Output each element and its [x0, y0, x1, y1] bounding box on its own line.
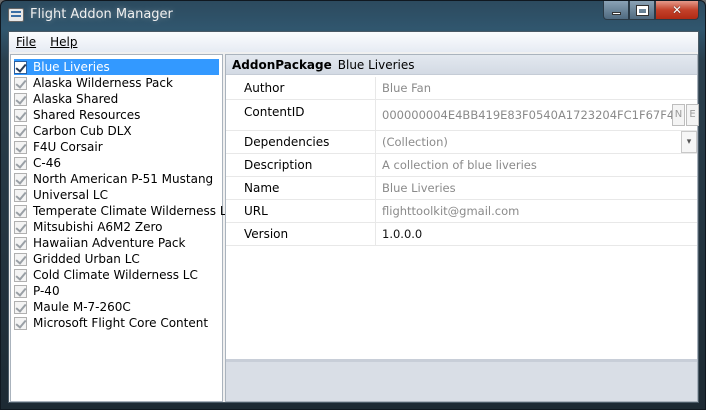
addon-item[interactable]: Microsoft Flight Core Content: [14, 315, 219, 331]
addon-checkbox[interactable]: [14, 76, 27, 90]
addon-label: Universal LC: [33, 188, 108, 202]
addon-label: North American P-51 Mustang: [33, 172, 214, 186]
addon-item[interactable]: Shared Resources: [14, 107, 219, 123]
addon-label: Carbon Cub DLX: [33, 124, 132, 138]
addon-label: Alaska Shared: [33, 92, 119, 106]
title-bar[interactable]: Flight Addon Manager ✕: [1, 1, 705, 31]
property-key: ContentID: [226, 100, 376, 130]
property-key: Dependencies: [226, 131, 376, 153]
app-icon: [8, 8, 24, 22]
addon-item[interactable]: Gridded Urban LC: [14, 251, 219, 267]
addon-item[interactable]: C-46: [14, 155, 219, 171]
addon-checkbox[interactable]: [14, 172, 27, 186]
addon-label: C-46: [33, 156, 61, 170]
addon-checkbox[interactable]: [14, 220, 27, 234]
menu-help-label: Help: [50, 35, 78, 49]
property-row-contentid[interactable]: ContentID 000000004E4BB419E83F0540A17232…: [226, 100, 699, 131]
addon-item[interactable]: P-40: [14, 283, 219, 299]
close-button[interactable]: ✕: [655, 1, 699, 20]
property-key: Author: [226, 77, 376, 99]
contentid-edit-button[interactable]: E: [686, 104, 699, 126]
property-grid-header: AddonPackage Blue Liveries: [226, 55, 697, 75]
chevron-down-icon[interactable]: ▾: [681, 131, 697, 153]
addon-item[interactable]: Carbon Cub DLX: [14, 123, 219, 139]
property-row-dependencies[interactable]: Dependencies (Collection) ▾: [226, 131, 697, 154]
addon-checkbox[interactable]: [14, 124, 27, 138]
addon-checkbox[interactable]: [14, 92, 27, 106]
addon-label: Cold Climate Wilderness LC: [33, 268, 198, 282]
property-key: Description: [226, 154, 376, 176]
property-grid: AddonPackage Blue Liveries Author Blue F…: [225, 54, 699, 402]
maximize-button[interactable]: [629, 1, 655, 20]
addon-item[interactable]: Universal LC: [14, 187, 219, 203]
addon-checkbox[interactable]: [14, 284, 27, 298]
property-value: Blue Fan: [382, 81, 431, 95]
addon-label: Alaska Wilderness Pack: [33, 76, 173, 90]
addon-item[interactable]: Maule M-7-260C: [14, 299, 219, 315]
addon-checkbox[interactable]: [14, 188, 27, 202]
addon-label: Blue Liveries: [31, 59, 112, 75]
property-row-url[interactable]: URL flighttoolkit@gmail.com: [226, 200, 697, 223]
menu-help[interactable]: Help: [43, 32, 84, 52]
caption-buttons: ✕: [603, 1, 699, 20]
addon-item[interactable]: F4U Corsair: [14, 139, 219, 155]
addon-checkbox[interactable]: [14, 204, 27, 218]
minimize-button[interactable]: [603, 1, 629, 20]
addon-label: P-40: [33, 284, 60, 298]
property-value: 000000004E4BB419E83F0540A1723204FC1F67F4: [382, 108, 675, 122]
addon-label: Mitsubishi A6M2 Zero: [33, 220, 163, 234]
client-area: File Help Blue Liveries Alaska Wildernes…: [8, 31, 699, 403]
addon-checkbox[interactable]: [14, 60, 27, 74]
app-window: Flight Addon Manager ✕ File Help Blue Li…: [0, 0, 706, 410]
property-value: Blue Liveries: [382, 181, 456, 195]
addon-checkbox[interactable]: [14, 316, 27, 330]
property-row-author[interactable]: Author Blue Fan: [226, 77, 697, 100]
addon-label: Microsoft Flight Core Content: [33, 316, 209, 330]
addon-item[interactable]: Alaska Wilderness Pack: [14, 75, 219, 91]
addon-item[interactable]: Temperate Climate Wilderness LC: [14, 203, 235, 219]
addon-item[interactable]: Alaska Shared: [14, 91, 219, 107]
addon-checkbox[interactable]: [14, 140, 27, 154]
property-value: flighttoolkit@gmail.com: [382, 204, 520, 218]
addon-checkbox[interactable]: [14, 156, 27, 170]
addon-checkbox[interactable]: [14, 268, 27, 282]
version-field[interactable]: 1.0.0.0: [377, 223, 697, 245]
addon-label: Hawaiian Adventure Pack: [33, 236, 186, 250]
property-key: URL: [226, 200, 376, 222]
addon-item[interactable]: Blue Liveries: [14, 59, 219, 75]
addon-list[interactable]: Blue Liveries Alaska Wilderness Pack Ala…: [10, 54, 235, 402]
addon-item[interactable]: Mitsubishi A6M2 Zero: [14, 219, 219, 235]
addon-item[interactable]: Hawaiian Adventure Pack: [14, 235, 219, 251]
property-key: Version: [226, 223, 376, 245]
maximize-icon: [635, 4, 649, 16]
addon-checkbox[interactable]: [14, 300, 27, 314]
addon-checkbox[interactable]: [14, 252, 27, 266]
addon-label: Maule M-7-260C: [33, 300, 131, 314]
addon-item[interactable]: North American P-51 Mustang: [14, 171, 219, 187]
addon-label: Temperate Climate Wilderness LC: [33, 204, 235, 218]
window-title: Flight Addon Manager: [30, 7, 173, 22]
dependencies-dropdown[interactable]: (Collection): [377, 131, 697, 153]
menu-bar: File Help: [9, 32, 698, 52]
addon-checkbox[interactable]: [14, 108, 27, 122]
minimize-icon: [611, 11, 621, 15]
selected-object-type: AddonPackage: [232, 57, 332, 72]
addon-label: Shared Resources: [33, 108, 141, 122]
property-key: Name: [226, 177, 376, 199]
addon-label: F4U Corsair: [33, 140, 103, 154]
menu-file[interactable]: File: [9, 32, 43, 52]
addon-checkbox[interactable]: [14, 236, 27, 250]
menu-file-label: File: [16, 35, 37, 49]
close-icon: ✕: [671, 3, 683, 17]
property-description-pane: [226, 359, 697, 401]
property-row-version[interactable]: Version 1.0.0.0: [226, 223, 697, 246]
addon-label: Gridded Urban LC: [33, 252, 140, 266]
property-value: A collection of blue liveries: [382, 158, 537, 172]
selected-object-name: Blue Liveries: [337, 57, 415, 72]
addon-item[interactable]: Cold Climate Wilderness LC: [14, 267, 219, 283]
property-row-description[interactable]: Description A collection of blue liverie…: [226, 154, 697, 177]
property-row-name[interactable]: Name Blue Liveries: [226, 177, 697, 200]
contentid-new-button[interactable]: N: [672, 104, 685, 126]
